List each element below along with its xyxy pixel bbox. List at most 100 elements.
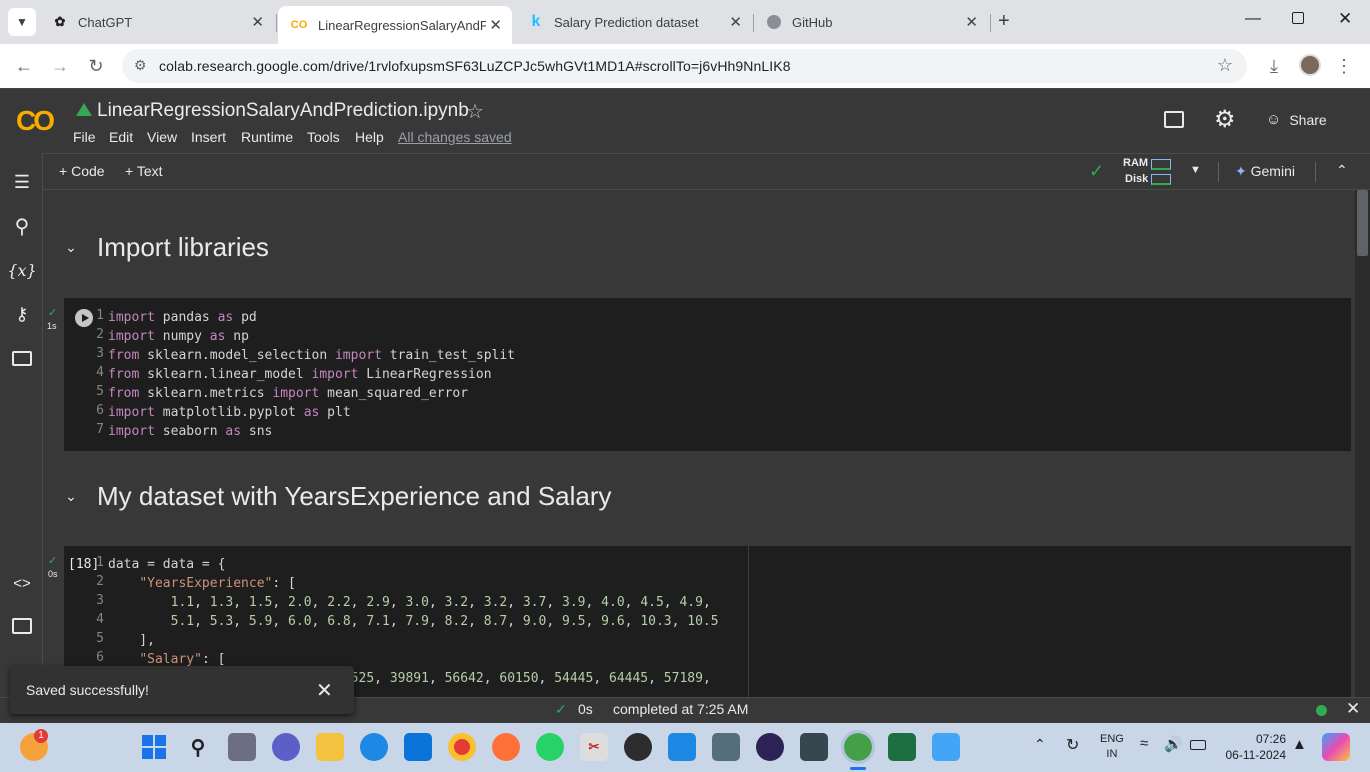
bookmark-star-icon[interactable]: ☆ bbox=[1217, 55, 1233, 76]
collapse-section-chevron-icon[interactable]: ⌄ bbox=[63, 239, 79, 256]
close-status-icon[interactable]: ✕ bbox=[1346, 699, 1360, 719]
sync-icon[interactable]: ↻ bbox=[1066, 735, 1079, 755]
chrome-active-icon[interactable] bbox=[841, 730, 875, 764]
runtime-dropdown-icon[interactable]: ▼ bbox=[1190, 164, 1201, 176]
language-indicator[interactable]: ENG IN bbox=[1100, 732, 1124, 762]
command-palette-icon[interactable] bbox=[10, 614, 34, 638]
add-text-button[interactable]: + Text bbox=[125, 163, 163, 179]
downloads-icon[interactable]: ⤓ bbox=[1262, 54, 1286, 78]
mysql-workbench-icon[interactable] bbox=[800, 733, 828, 761]
chrome-icon[interactable] bbox=[448, 733, 476, 761]
snipping-tool-icon[interactable]: ✂ bbox=[580, 733, 608, 761]
code-line[interactable]: 4 from sklearn.linear_model import Linear… bbox=[96, 365, 1338, 384]
tab-chatgpt[interactable]: ✿ ChatGPT ✕ bbox=[40, 4, 274, 40]
url-text[interactable]: colab.research.google.com/drive/1rvlofxu… bbox=[159, 58, 791, 74]
code-line[interactable]: 5 ], bbox=[96, 631, 1338, 650]
tab-kaggle[interactable]: k Salary Prediction dataset ✕ bbox=[516, 4, 752, 40]
code-line[interactable]: 6 import matplotlib.pyplot as plt bbox=[96, 403, 1338, 422]
menu-help[interactable]: Help bbox=[355, 129, 384, 145]
close-window-icon[interactable]: ✕ bbox=[1338, 9, 1352, 29]
restore-window-icon[interactable] bbox=[1292, 12, 1304, 24]
code-editor[interactable]: 1 import pandas as pd 2 import numpy as np 3… bbox=[96, 308, 1338, 441]
close-tab-icon[interactable]: ✕ bbox=[489, 16, 502, 34]
start-windows-icon[interactable] bbox=[140, 733, 168, 761]
files-folder-icon[interactable] bbox=[10, 346, 34, 370]
new-tab-icon[interactable]: + bbox=[998, 10, 1010, 33]
clock[interactable]: 07:26 06-11-2024 bbox=[1218, 731, 1287, 763]
whatsapp-icon[interactable] bbox=[536, 733, 564, 761]
settings-gear-icon[interactable]: ⚙ bbox=[1214, 105, 1236, 134]
code-line[interactable]: 5 from sklearn.metrics import mean_square… bbox=[96, 384, 1338, 403]
close-tab-icon[interactable]: ✕ bbox=[729, 13, 742, 31]
copilot-icon[interactable] bbox=[1322, 733, 1350, 761]
table-of-contents-icon[interactable]: ☰ bbox=[10, 170, 34, 194]
secrets-key-icon[interactable]: ⚷ bbox=[10, 302, 34, 326]
scrollbar-thumb[interactable] bbox=[1357, 190, 1368, 256]
vscode-icon[interactable] bbox=[668, 733, 696, 761]
search-icon[interactable]: ⚲ bbox=[184, 733, 212, 761]
section-import-libraries[interactable]: ⌄ Import libraries bbox=[63, 232, 269, 263]
code-cell-imports[interactable]: 1 import pandas as pd 2 import numpy as np 3… bbox=[64, 298, 1351, 451]
forward-icon[interactable]: → bbox=[48, 54, 72, 78]
add-code-button[interactable]: + Code bbox=[59, 163, 105, 179]
code-line[interactable]: 1 import pandas as pd bbox=[96, 308, 1338, 327]
address-bar[interactable]: ⚙ colab.research.google.com/drive/1rvlof… bbox=[122, 49, 1247, 83]
notepad-icon[interactable] bbox=[932, 733, 960, 761]
resource-monitor[interactable]: RAM Disk bbox=[1123, 157, 1183, 187]
code-line[interactable]: 4 5.1, 5.3, 5.9, 6.0, 6.8, 7.1, 7.9, 8.2… bbox=[96, 612, 1338, 631]
task-view-icon[interactable] bbox=[228, 733, 256, 761]
microsoft-store-icon[interactable] bbox=[404, 733, 432, 761]
code-line[interactable]: 3 1.1, 1.3, 1.5, 2.0, 2.2, 2.9, 3.0, 3.2… bbox=[96, 593, 1338, 612]
remote-desktop-icon[interactable] bbox=[712, 733, 740, 761]
close-tab-icon[interactable]: ✕ bbox=[251, 13, 264, 31]
menu-view[interactable]: View bbox=[147, 129, 177, 145]
menu-tools[interactable]: Tools bbox=[307, 129, 340, 145]
code-line[interactable]: 1 data = data = { bbox=[96, 555, 1338, 574]
browser-menu-icon[interactable]: ⋮ bbox=[1332, 54, 1356, 78]
reload-icon[interactable]: ↻ bbox=[84, 54, 108, 78]
code-line[interactable]: 2 import numpy as np bbox=[96, 327, 1338, 346]
volume-icon[interactable]: 🔊 bbox=[1164, 735, 1183, 753]
menu-file[interactable]: File bbox=[73, 129, 96, 145]
notebook-title[interactable]: LinearRegressionSalaryAndPrediction.ipyn… bbox=[97, 100, 469, 122]
star-icon[interactable]: ☆ bbox=[466, 99, 484, 124]
excel-icon[interactable] bbox=[888, 733, 916, 761]
close-tab-icon[interactable]: ✕ bbox=[965, 13, 978, 31]
code-line[interactable]: 7 import seaborn as sns bbox=[96, 422, 1338, 441]
notifications-bell-icon[interactable]: ▲ bbox=[1292, 736, 1307, 753]
code-line[interactable]: 2 "YearsExperience": [ bbox=[96, 574, 1338, 593]
comments-icon[interactable] bbox=[1164, 111, 1184, 128]
code-line[interactable]: 3 from sklearn.model_selection import tra… bbox=[96, 346, 1338, 365]
dismiss-toast-icon[interactable]: ✕ bbox=[316, 678, 333, 703]
collapse-header-icon[interactable]: ⌃ bbox=[1336, 162, 1348, 179]
section-dataset[interactable]: ⌄ My dataset with YearsExperience and Sa… bbox=[63, 481, 611, 512]
vertical-scrollbar[interactable] bbox=[1355, 190, 1370, 697]
share-button[interactable]: ☺ Share bbox=[1266, 111, 1327, 128]
battery-icon[interactable] bbox=[1190, 740, 1206, 750]
teams-meet-icon[interactable] bbox=[272, 733, 300, 761]
tab-search-button[interactable]: ▼ bbox=[8, 8, 36, 36]
eclipse-icon[interactable] bbox=[756, 733, 784, 761]
tab-colab[interactable]: CO LinearRegressionSalaryAndPred ✕ bbox=[278, 6, 512, 44]
site-info-icon[interactable]: ⚙ bbox=[134, 57, 147, 74]
collapse-section-chevron-icon[interactable]: ⌄ bbox=[63, 488, 79, 505]
profile-avatar[interactable] bbox=[1299, 54, 1321, 76]
minimize-window-icon[interactable]: — bbox=[1245, 10, 1261, 28]
wifi-icon[interactable]: ≈ bbox=[1140, 735, 1148, 752]
tab-github[interactable]: GitHub ✕ bbox=[754, 4, 988, 40]
menu-edit[interactable]: Edit bbox=[109, 129, 133, 145]
menu-insert[interactable]: Insert bbox=[191, 129, 226, 145]
runtime-status-dot[interactable] bbox=[1316, 705, 1327, 716]
file-explorer-icon[interactable] bbox=[316, 733, 344, 761]
show-hidden-icons-chevron[interactable]: ⌃ bbox=[1034, 736, 1046, 753]
variables-icon[interactable]: {x} bbox=[7, 258, 36, 282]
gemini-button[interactable]: ✦ Gemini bbox=[1235, 163, 1295, 180]
edge-browser-icon[interactable] bbox=[360, 733, 388, 761]
back-icon[interactable]: ← bbox=[12, 54, 36, 78]
code-snippets-icon[interactable]: <> bbox=[10, 571, 34, 595]
obs-studio-icon[interactable] bbox=[624, 733, 652, 761]
save-status-link[interactable]: All changes saved bbox=[398, 129, 512, 145]
firefox-icon[interactable] bbox=[492, 733, 520, 761]
colab-logo[interactable]: CO bbox=[16, 105, 55, 137]
search-icon[interactable]: ⚲ bbox=[10, 214, 34, 238]
